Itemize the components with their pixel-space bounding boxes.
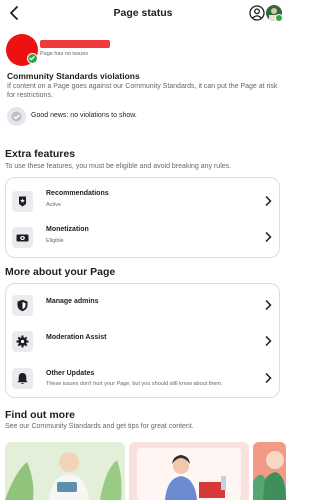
- account-icon[interactable]: [249, 5, 265, 21]
- manage-admins-label: Manage admins: [46, 298, 99, 305]
- more-about-card: Manage admins Moderation Assist Other Up…: [5, 283, 280, 398]
- verified-check-icon: [275, 14, 283, 22]
- status-check-icon: [27, 53, 38, 64]
- other-updates-row[interactable]: Other Updates These issues don't hurt yo…: [6, 361, 279, 395]
- monetization-row[interactable]: Monetization Eligible: [6, 220, 279, 254]
- find-out-more-title: Find out more: [5, 409, 75, 421]
- shield-icon: [12, 295, 33, 316]
- bell-icon: [12, 368, 33, 389]
- chevron-right-icon: [265, 372, 272, 384]
- other-updates-label: Other Updates: [46, 370, 95, 377]
- community-standards-title: Community Standards violations: [7, 71, 140, 81]
- monetization-status: Eligible: [46, 238, 64, 244]
- money-icon: [12, 227, 33, 248]
- other-updates-description: These issues don't hurt your Page, but y…: [46, 381, 223, 387]
- chevron-right-icon: [265, 231, 272, 243]
- page-name-redacted: [40, 40, 110, 48]
- find-out-more-description: See our Community Standards and get tips…: [5, 423, 194, 430]
- recommendations-row[interactable]: Recommendations Active: [6, 184, 279, 218]
- moderation-assist-label: Moderation Assist: [46, 334, 107, 341]
- check-circle-icon: [7, 107, 26, 126]
- gear-icon: [12, 331, 33, 352]
- monetization-label: Monetization: [46, 226, 89, 233]
- recommendations-status: Active: [46, 202, 61, 208]
- extra-features-title: Extra features: [5, 148, 76, 160]
- chevron-right-icon: [265, 195, 272, 207]
- star-badge-icon: [12, 191, 33, 212]
- chevron-right-icon: [265, 299, 272, 311]
- chevron-right-icon: [265, 335, 272, 347]
- more-about-title: More about your Page: [5, 266, 116, 278]
- tip-card-image-1[interactable]: [5, 442, 125, 500]
- moderation-assist-row[interactable]: Moderation Assist: [6, 324, 279, 358]
- community-standards-description: If content on a Page goes against our Co…: [7, 83, 278, 99]
- tip-card-image-2[interactable]: [129, 442, 249, 500]
- page-title: Page status: [113, 7, 173, 19]
- extra-features-description: To use these features, you must be eligi…: [5, 163, 232, 170]
- recommendations-label: Recommendations: [46, 190, 109, 197]
- manage-admins-row[interactable]: Manage admins: [6, 288, 279, 322]
- no-violations-text: Good news: no violations to show.: [31, 112, 137, 119]
- tip-card-image-3[interactable]: [253, 442, 286, 500]
- page-status-text: Page has no issues: [40, 51, 89, 57]
- top-bar: Page status: [0, 0, 286, 27]
- extra-features-card: Recommendations Active Monetization Elig…: [5, 177, 280, 258]
